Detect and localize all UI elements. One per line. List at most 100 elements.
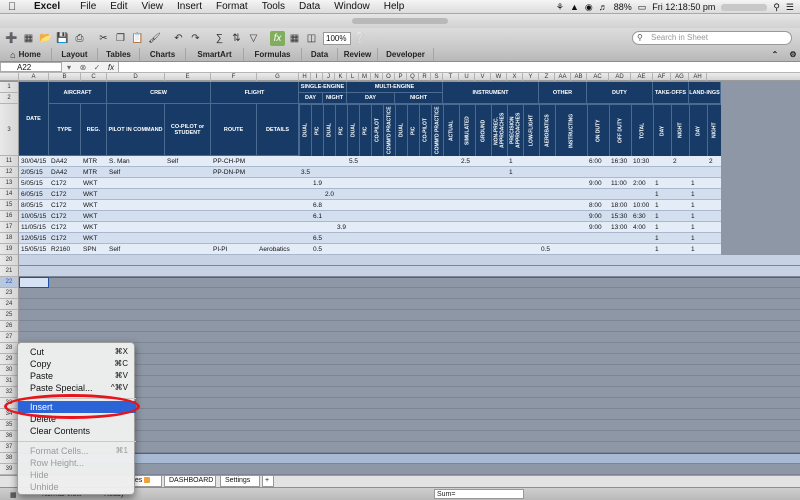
empty-row[interactable]: [19, 343, 800, 354]
column-header-t[interactable]: T: [443, 73, 459, 81]
column-header-a[interactable]: A: [19, 73, 49, 81]
row-number[interactable]: 21: [0, 266, 19, 277]
select-all-corner[interactable]: [0, 73, 19, 81]
battery-icon[interactable]: ▭: [638, 2, 647, 13]
column-header-r[interactable]: R: [419, 73, 431, 81]
column-header-y[interactable]: Y: [523, 73, 539, 81]
redo-icon[interactable]: ↷: [188, 31, 203, 46]
empty-row[interactable]: [19, 332, 800, 343]
script-icon[interactable]: ⚘: [556, 2, 564, 13]
cell-me-day-dual[interactable]: [347, 211, 367, 222]
cell-sim[interactable]: [459, 200, 483, 211]
help-icon[interactable]: ❔: [353, 31, 368, 46]
tab-data[interactable]: Data: [302, 48, 338, 61]
volume-icon[interactable]: ♬: [599, 2, 608, 12]
empty-row[interactable]: [19, 431, 800, 442]
cell-ld-night[interactable]: [707, 189, 729, 200]
row-number[interactable]: 15: [0, 200, 19, 211]
row-number[interactable]: 26: [0, 321, 19, 332]
cell-ld-night[interactable]: [707, 222, 729, 233]
menu-format[interactable]: Format: [216, 1, 248, 12]
tab-charts[interactable]: Charts: [140, 48, 186, 61]
row-number[interactable]: 25: [0, 310, 19, 321]
format-painter-icon[interactable]: 🖌: [147, 31, 162, 46]
column-header-af[interactable]: AF: [653, 73, 671, 81]
row-number[interactable]: 2: [0, 93, 19, 104]
empty-row[interactable]: [19, 277, 800, 288]
toolbox-icon[interactable]: ◫: [304, 31, 319, 46]
cell-prec[interactable]: [507, 178, 531, 189]
empty-row[interactable]: [19, 310, 800, 321]
search-input[interactable]: ⚲ Search in Sheet: [632, 31, 792, 45]
column-header-j[interactable]: J: [323, 73, 335, 81]
cell-aero[interactable]: [539, 222, 563, 233]
menu-edit[interactable]: Edit: [110, 1, 127, 12]
row-number[interactable]: 11: [0, 156, 19, 167]
sheet-tab-dashboard[interactable]: DASHBOARD: [164, 476, 216, 494]
menu-item-format-cells[interactable]: Format Cells... ⌘1: [18, 445, 136, 457]
menu-item-hide[interactable]: Hide: [18, 469, 136, 481]
sheet-tab-settings[interactable]: Settings: [220, 476, 260, 494]
column-header-l[interactable]: L: [347, 73, 359, 81]
column-header-k[interactable]: K: [335, 73, 347, 81]
cell-me-day-dual[interactable]: [347, 178, 367, 189]
column-header-q[interactable]: Q: [407, 73, 419, 81]
open-icon[interactable]: 📂: [38, 31, 53, 46]
column-header-b[interactable]: B: [49, 73, 81, 81]
cell-prec[interactable]: 1: [507, 156, 531, 167]
column-header-u[interactable]: U: [459, 73, 475, 81]
cell-aero[interactable]: [539, 167, 563, 178]
cell-aero[interactable]: [539, 189, 563, 200]
column-header-i[interactable]: I: [311, 73, 323, 81]
sort-icon[interactable]: ⇅: [229, 31, 244, 46]
tab-formulas[interactable]: Formulas: [244, 48, 302, 61]
name-box-dropdown-icon[interactable]: ▾: [62, 63, 76, 72]
cell-prec[interactable]: 1: [507, 167, 531, 178]
row-number[interactable]: 3: [0, 104, 19, 156]
row-number[interactable]: 1: [0, 82, 19, 93]
column-header-ag[interactable]: AG: [671, 73, 689, 81]
formula-input[interactable]: [118, 62, 800, 72]
column-header-n[interactable]: N: [371, 73, 383, 81]
column-header-g[interactable]: G: [257, 73, 299, 81]
menu-item-cut[interactable]: Cut ⌘X: [18, 346, 136, 358]
column-header-c[interactable]: C: [81, 73, 107, 81]
cell-pic[interactable]: [107, 233, 173, 244]
cell-me-day-dual[interactable]: [347, 200, 367, 211]
new-icon[interactable]: ➕: [4, 31, 19, 46]
cell-aero[interactable]: [539, 156, 563, 167]
row-number[interactable]: 24: [0, 299, 19, 310]
cell-pic[interactable]: [107, 189, 173, 200]
copy-icon[interactable]: ❐: [113, 31, 128, 46]
row-number[interactable]: 18: [0, 233, 19, 244]
empty-row[interactable]: [19, 299, 800, 310]
column-header-ae[interactable]: AE: [631, 73, 653, 81]
menu-item-unhide[interactable]: Unhide: [18, 481, 136, 493]
cell-sim[interactable]: [459, 244, 483, 255]
empty-row[interactable]: [19, 365, 800, 376]
cell-pic[interactable]: [107, 222, 173, 233]
menu-file[interactable]: File: [80, 1, 96, 12]
cell-aero[interactable]: [539, 200, 563, 211]
column-header-z[interactable]: Z: [539, 73, 555, 81]
empty-row[interactable]: [19, 464, 800, 475]
cell-sim[interactable]: [459, 189, 483, 200]
cell-aero[interactable]: [539, 211, 563, 222]
column-header-d[interactable]: D: [107, 73, 165, 81]
row-number[interactable]: 17: [0, 222, 19, 233]
insert-function-button[interactable]: fx: [104, 63, 118, 72]
name-box[interactable]: A22: [0, 62, 62, 72]
user-name-blurred[interactable]: [721, 3, 768, 11]
cell-ld-night[interactable]: [707, 211, 729, 222]
cell-prec[interactable]: [507, 189, 531, 200]
cell-pic[interactable]: Self: [107, 244, 173, 255]
column-header-m[interactable]: M: [359, 73, 371, 81]
cell-ld-night[interactable]: [707, 244, 729, 255]
cell-me-day-dual[interactable]: 5.5: [347, 156, 367, 167]
empty-row[interactable]: [19, 255, 800, 266]
cell-ld-night[interactable]: [707, 178, 729, 189]
row-number[interactable]: 27: [0, 332, 19, 343]
list-icon[interactable]: ☰: [786, 2, 794, 13]
row-number[interactable]: 23: [0, 288, 19, 299]
cell-me-day-dual[interactable]: [347, 189, 367, 200]
